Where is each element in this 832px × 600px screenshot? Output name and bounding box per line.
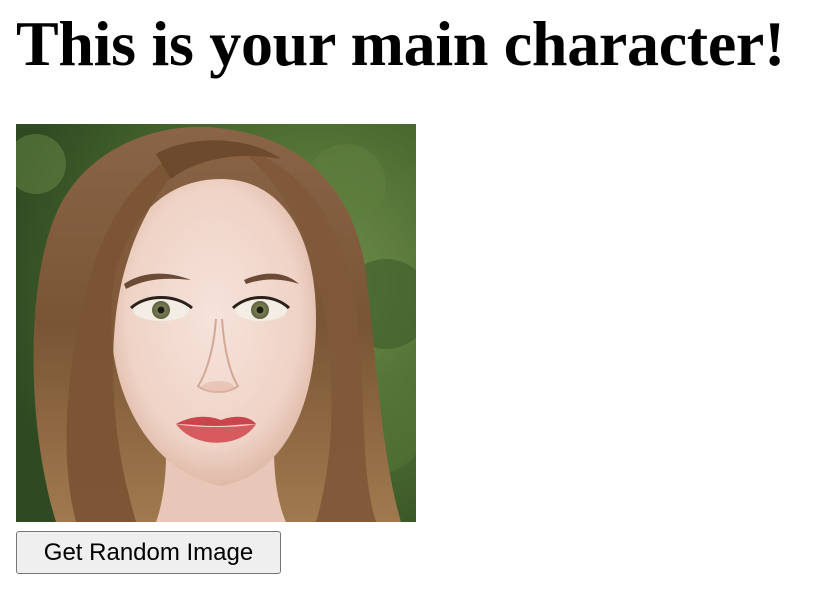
page-root: This is your main character! Get Random … xyxy=(0,0,832,600)
get-random-image-button[interactable]: Get Random Image xyxy=(16,531,281,574)
page-title: This is your main character! xyxy=(16,8,786,79)
character-image xyxy=(16,124,416,522)
portrait-illustration xyxy=(16,124,416,522)
